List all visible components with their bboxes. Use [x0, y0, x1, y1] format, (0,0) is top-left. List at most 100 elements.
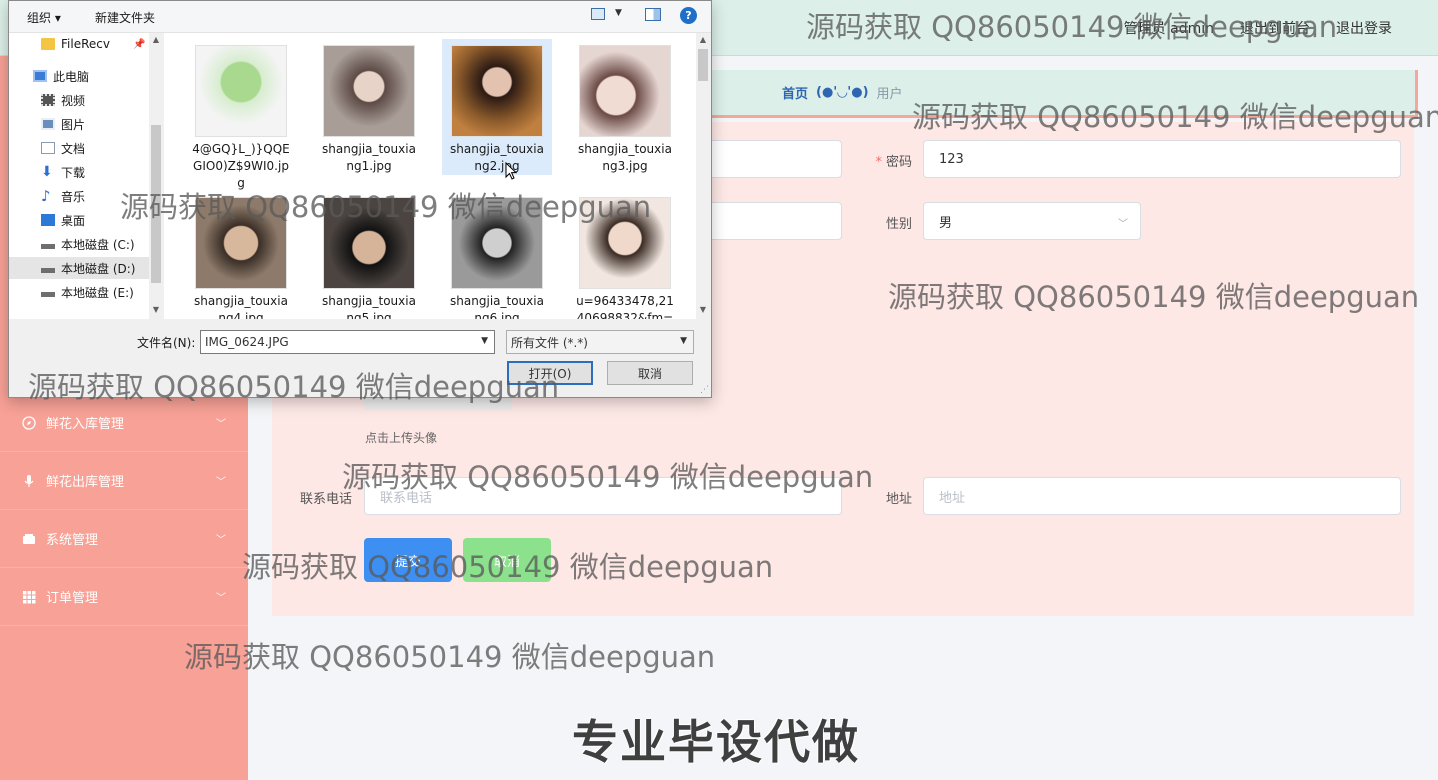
- gender-select[interactable]: 男 ﹀: [923, 202, 1141, 240]
- account-field[interactable]: [700, 140, 842, 178]
- chevron-down-icon[interactable]: ▼: [680, 336, 687, 346]
- file-item[interactable]: 4@GQ}L_)}QQEGIO0)Z$9WI0.jpg: [186, 39, 296, 192]
- file-thumbnail: [323, 197, 415, 289]
- admin-label: 管理员 admin: [1123, 21, 1214, 37]
- file-item[interactable]: shangjia_touxiang4.jpg: [186, 191, 296, 319]
- scroll-down-icon[interactable]: ▼: [149, 305, 163, 314]
- file-item[interactable]: shangjia_touxiang1.jpg: [314, 39, 424, 175]
- gender-value: 男: [939, 215, 953, 231]
- dialog-open-button[interactable]: 打开(O): [507, 361, 593, 385]
- help-icon[interactable]: ?: [680, 7, 697, 24]
- logout-link[interactable]: 退出登录: [1336, 18, 1392, 38]
- nav-item-this-pc[interactable]: 此电脑: [33, 65, 89, 87]
- filename-input[interactable]: IMG_0624.JPG ▼: [200, 330, 495, 354]
- picture-icon: [41, 118, 55, 130]
- folder-icon: [41, 38, 55, 50]
- nav-item-drive-c[interactable]: 本地磁盘 (C:): [41, 233, 135, 255]
- nav-item-desktop[interactable]: 桌面: [41, 209, 85, 231]
- sidebar-item-flower-outbound[interactable]: 鲜花出库管理 ﹀: [0, 452, 248, 510]
- sidebar-item-label: 鲜花入库管理: [46, 417, 125, 432]
- organize-menu[interactable]: 组织 ▾: [27, 9, 61, 26]
- watermark-banner: 专业毕设代做: [572, 715, 860, 769]
- chevron-down-icon[interactable]: ▼: [481, 336, 488, 346]
- sidebar-item-label: 订单管理: [46, 591, 99, 606]
- video-icon: [41, 94, 55, 106]
- drive-icon: [41, 267, 55, 273]
- breadcrumb-emoticon: (●'◡'●): [816, 85, 869, 100]
- breadcrumb-current: 用户: [876, 87, 903, 102]
- file-item[interactable]: u=96433478,2140698832&fm=: [570, 191, 680, 319]
- nav-item-drive-d[interactable]: 本地磁盘 (D:): [9, 257, 156, 279]
- file-list-scrollbar[interactable]: ▲ ▼: [696, 33, 710, 319]
- file-thumbnail: [195, 197, 287, 289]
- sidebar-item-flower-inbound[interactable]: 鲜花入库管理 ﹀: [0, 394, 248, 452]
- sidebar-item-system[interactable]: 系统管理 ﹀: [0, 510, 248, 568]
- address-label: 地址: [885, 492, 912, 507]
- avatar-upload-tip[interactable]: 点击上传头像: [365, 429, 437, 446]
- chevron-down-icon: ﹀: [216, 477, 226, 488]
- sidebar-item-orders[interactable]: 订单管理 ﹀: [0, 568, 248, 626]
- scroll-down-icon[interactable]: ▼: [696, 305, 710, 314]
- pin-icon: 📌: [133, 38, 146, 50]
- drive-icon: [41, 291, 55, 297]
- chevron-down-icon: ﹀: [1118, 219, 1128, 230]
- file-thumbnail: [451, 197, 543, 289]
- scroll-thumb[interactable]: [151, 125, 161, 283]
- dialog-cancel-button[interactable]: 取消: [607, 361, 693, 385]
- chevron-down-icon: ﹀: [216, 593, 226, 604]
- dialog-toolbar: 组织 ▾ 新建文件夹 ▼ ?: [9, 1, 711, 33]
- desktop-icon: [41, 214, 55, 226]
- gender-label: 性别: [885, 217, 912, 232]
- file-item-selected[interactable]: shangjia_touxiang2.jpg: [442, 39, 552, 175]
- cancel-button[interactable]: 取消: [463, 538, 551, 582]
- preview-pane-icon[interactable]: [645, 8, 661, 21]
- nav-item-pictures[interactable]: 图片: [41, 113, 85, 135]
- submit-button[interactable]: 提交: [364, 538, 452, 582]
- view-dropdown-icon[interactable]: ▼: [615, 8, 622, 18]
- goto-front-link[interactable]: 退出到前台: [1240, 18, 1310, 38]
- filename-label: 文件名(N):: [137, 336, 196, 350]
- nav-item-music[interactable]: ♪ 音乐: [41, 185, 85, 207]
- scroll-up-icon[interactable]: ▲: [149, 35, 163, 44]
- scroll-up-icon[interactable]: ▲: [696, 35, 710, 44]
- microphone-icon: [22, 474, 36, 488]
- filetype-select[interactable]: 所有文件 (*.*) ▼: [506, 330, 694, 354]
- scroll-thumb[interactable]: [698, 49, 708, 81]
- file-item[interactable]: shangjia_touxiang5.jpg: [314, 191, 424, 319]
- mouse-cursor-icon: [505, 162, 517, 180]
- breadcrumb-home[interactable]: 首页: [782, 83, 808, 102]
- sidebar-item-label: 系统管理: [46, 533, 99, 548]
- file-item[interactable]: shangjia_touxiang6.jpg: [442, 191, 552, 319]
- compass-icon: [22, 415, 36, 430]
- address-field[interactable]: 地址: [923, 477, 1401, 515]
- file-thumbnail: [579, 197, 671, 289]
- name-field[interactable]: [700, 202, 842, 240]
- computer-icon: [33, 70, 47, 82]
- file-item[interactable]: shangjia_touxiang3.jpg: [570, 39, 680, 175]
- file-thumbnail: [579, 45, 671, 137]
- file-open-dialog: 组织 ▾ 新建文件夹 ▼ ? FileRecv 📌 此电脑 视频 图片 文档 ⬇…: [8, 0, 712, 398]
- password-label: * 密码: [875, 155, 912, 170]
- download-icon: ⬇: [41, 164, 53, 180]
- watermark-text: 源码获取 QQ86050149 微信deepguan: [184, 640, 716, 674]
- nav-scrollbar[interactable]: ▲ ▼: [149, 33, 163, 319]
- new-folder-button[interactable]: 新建文件夹: [95, 9, 155, 26]
- nav-item-drive-e[interactable]: 本地磁盘 (E:): [41, 281, 134, 303]
- phone-field[interactable]: 联系电话: [364, 477, 842, 515]
- sidebar-item-label: 鲜花出库管理: [46, 475, 125, 490]
- chevron-down-icon: ﹀: [216, 419, 226, 430]
- nav-item-videos[interactable]: 视频: [41, 89, 85, 111]
- drive-icon: [41, 243, 55, 249]
- file-thumbnail: [323, 45, 415, 137]
- phone-label: 联系电话: [299, 492, 352, 507]
- top-links: 管理员 admin 退出到前台 退出登录: [1124, 18, 1392, 38]
- nav-item-documents[interactable]: 文档: [41, 137, 85, 159]
- chevron-down-icon: ﹀: [216, 535, 226, 546]
- file-thumbnail: [195, 45, 287, 137]
- nav-item-downloads[interactable]: ⬇ 下载: [41, 161, 85, 183]
- document-icon: [41, 142, 55, 154]
- nav-item-filerecv[interactable]: FileRecv 📌: [41, 33, 145, 55]
- resize-grip-icon[interactable]: ⋰: [700, 385, 709, 395]
- password-field[interactable]: 123: [923, 140, 1401, 178]
- view-mode-icon[interactable]: [591, 8, 605, 20]
